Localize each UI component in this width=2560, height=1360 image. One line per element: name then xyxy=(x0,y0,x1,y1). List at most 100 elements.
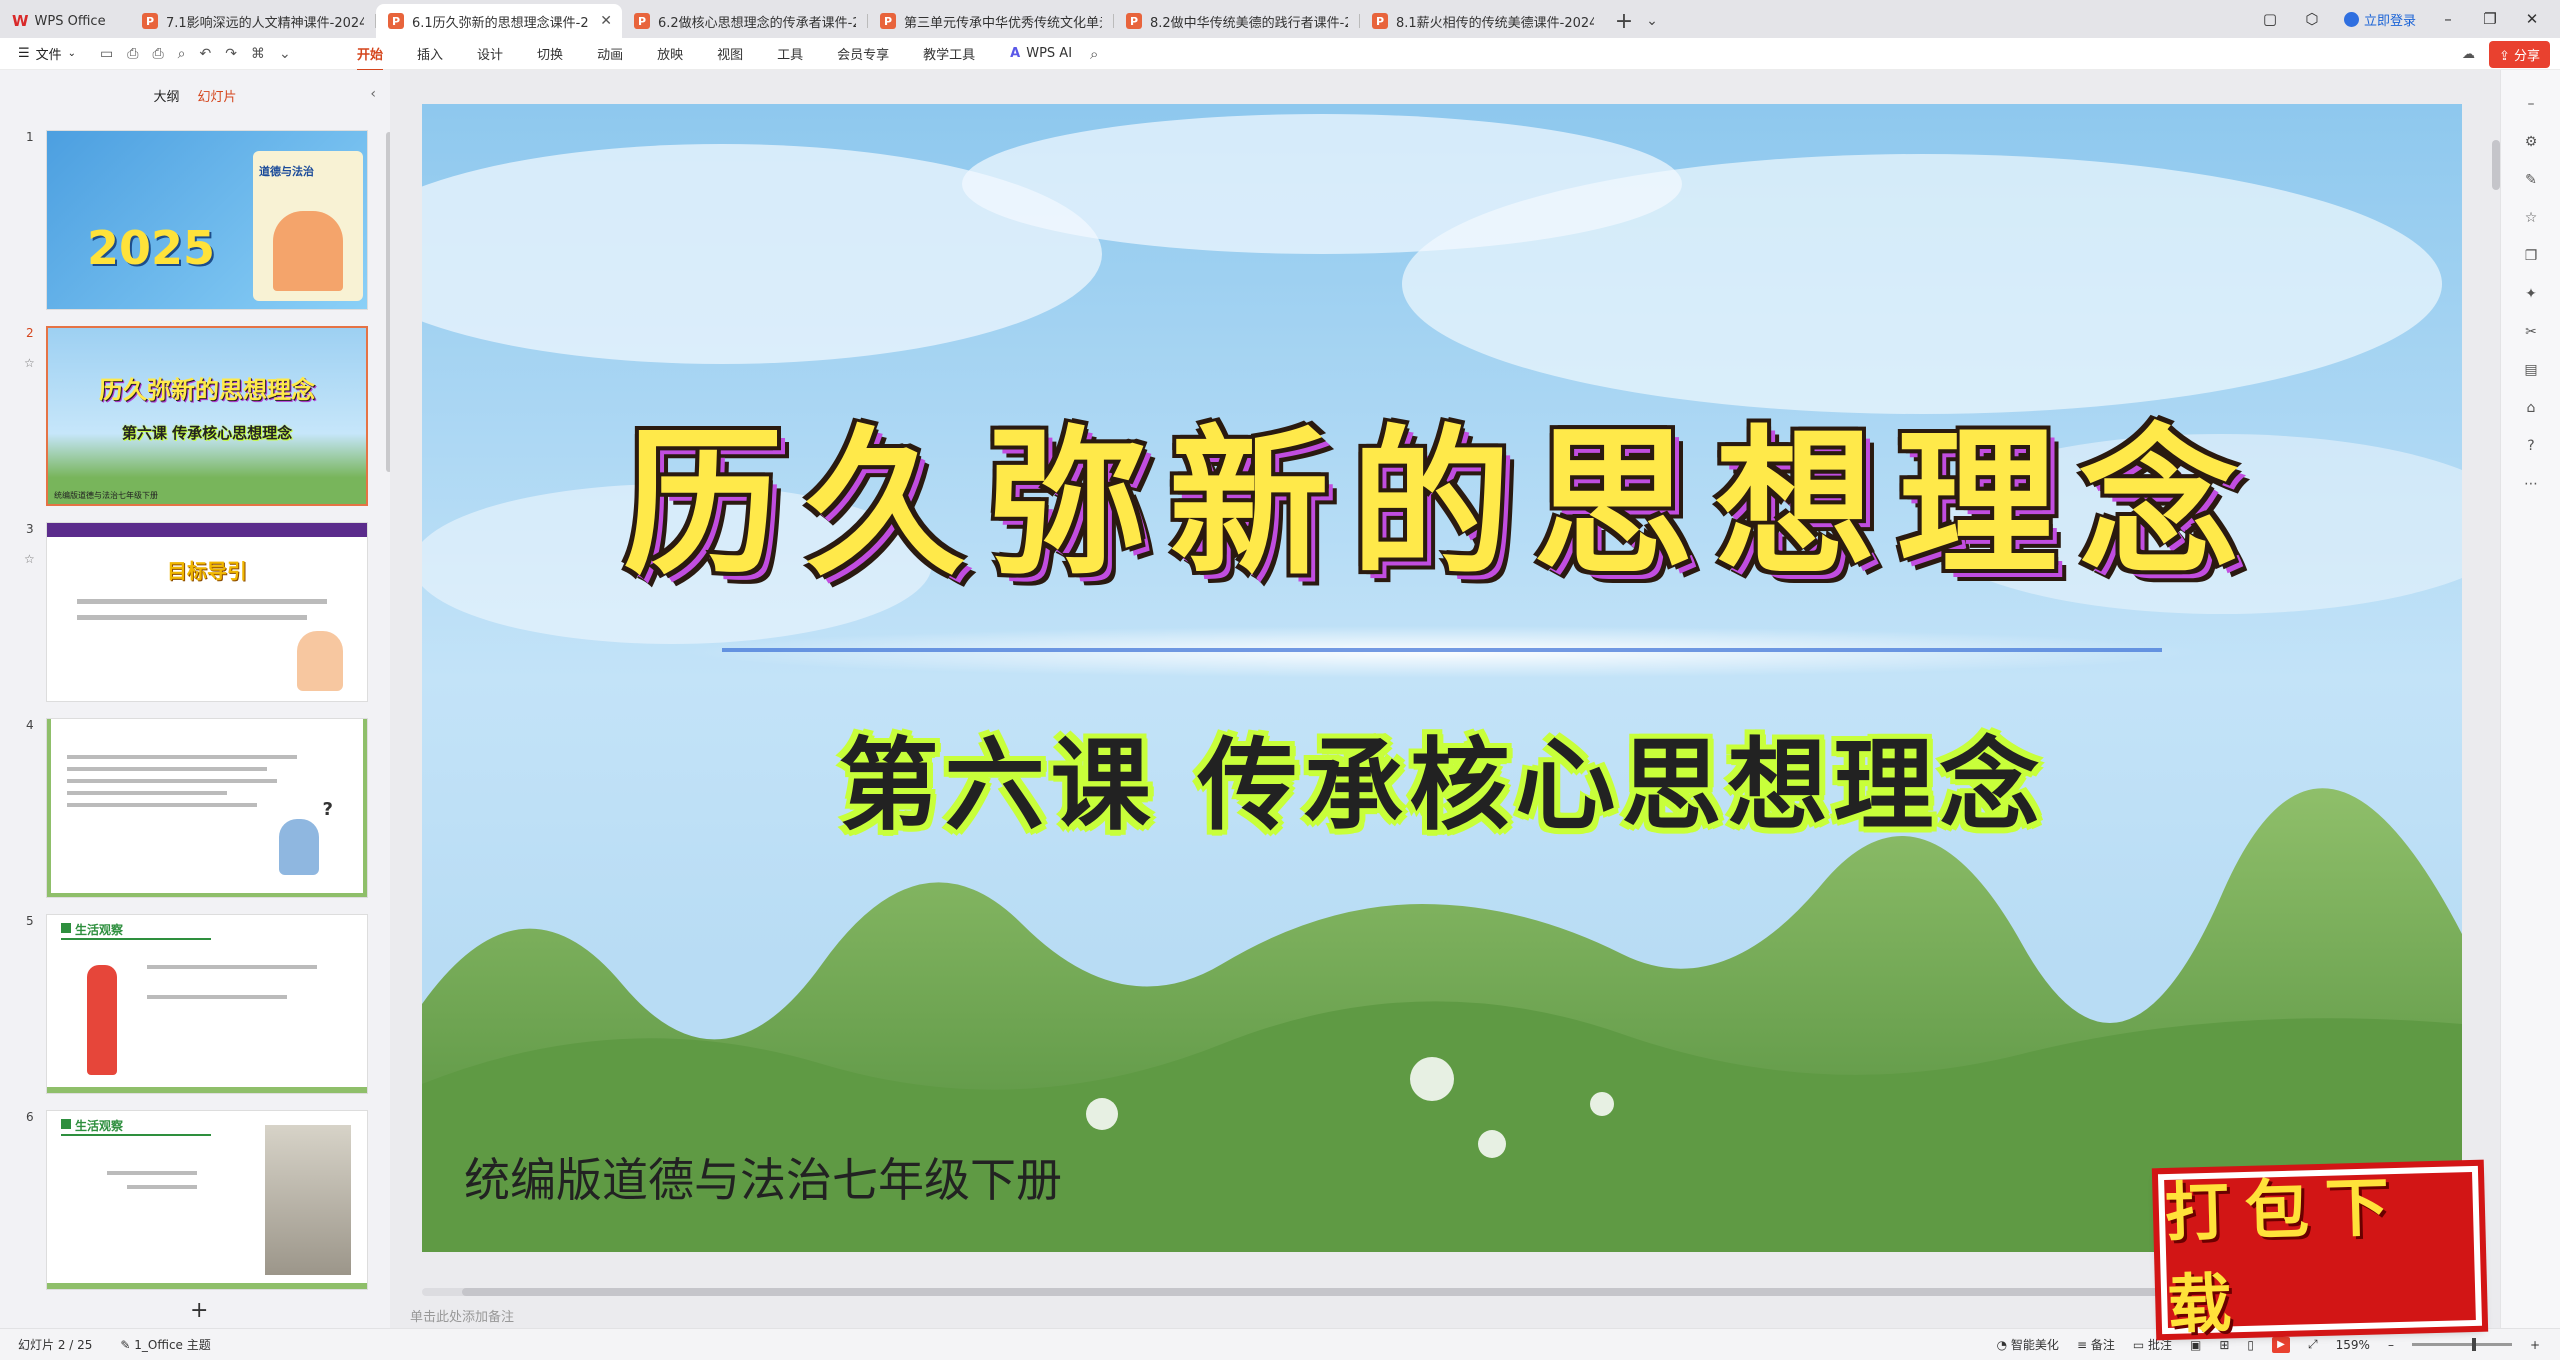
tab-home[interactable]: W WPS Office xyxy=(0,4,130,38)
ribbon-tab-teaching-tools[interactable]: 教学工具 xyxy=(906,44,992,63)
slide-number: 1 xyxy=(26,130,34,144)
tab-doc-5[interactable]: P 8.2做中华传统美德的践行者课件-202 xyxy=(1114,4,1360,38)
slide-thumbnail-4[interactable]: ? xyxy=(46,718,368,898)
tab-label: 第三单元传承中华优秀传统文化单元 xyxy=(904,15,1102,31)
tools-icon[interactable]: ✂ xyxy=(2523,324,2539,340)
tab-doc-1[interactable]: P 7.1影响深远的人文精神课件-2024-20 xyxy=(130,4,376,38)
slide-thumbnail-2-selected[interactable]: 历久弥新的思想理念 第六课 传承核心思想理念 统编版道德与法治七年级下册 xyxy=(46,326,368,506)
share-button[interactable]: ⇪ 分享 xyxy=(2488,41,2550,68)
layout-icon[interactable]: ▢ xyxy=(2260,10,2280,28)
preview-icon[interactable]: ⌕ xyxy=(178,46,186,62)
tab-list-dropdown-icon[interactable]: ⌄ xyxy=(1642,4,1662,38)
tab-slides[interactable]: 幻灯片 xyxy=(198,86,237,105)
ribbon-tab-member[interactable]: 会员专享 xyxy=(820,44,906,63)
cloud-sync-icon[interactable]: ☁ xyxy=(2462,47,2475,62)
cube-icon[interactable]: ⬡ xyxy=(2302,10,2322,28)
ribbon-tab-view[interactable]: 视图 xyxy=(700,44,760,63)
download-package-badge[interactable]: 打包下载 xyxy=(2157,1165,2483,1343)
redo-icon[interactable]: ↷ xyxy=(225,46,237,62)
thumb-header: 生活观察 xyxy=(61,921,211,940)
animation-icon[interactable]: ✦ xyxy=(2523,286,2539,302)
horizontal-scrollbar[interactable] xyxy=(422,1288,2462,1296)
comments-button[interactable]: ▭ 批注 xyxy=(2133,1336,2172,1353)
share-label: 分享 xyxy=(2513,49,2540,64)
close-window-button[interactable]: ✕ xyxy=(2522,10,2542,28)
theme-name[interactable]: ✎ 1_Office 主题 xyxy=(120,1336,210,1353)
search-icon[interactable]: ⌕ xyxy=(1090,45,1098,63)
tab-doc-2-active[interactable]: P 6.1历久弥新的思想理念课件-2 ✕ xyxy=(376,4,622,38)
beautify-icon: ◔ xyxy=(1996,1338,2011,1352)
save-icon[interactable]: ▭ xyxy=(100,46,113,62)
hamburger-icon: ☰ xyxy=(18,46,30,61)
text-line xyxy=(67,779,277,783)
zoom-slider[interactable] xyxy=(2411,1338,2512,1351)
chevron-down-icon[interactable]: ⌄ xyxy=(279,46,291,62)
tab-home-label: WPS Office xyxy=(34,13,106,29)
undo-icon[interactable]: ↶ xyxy=(199,46,211,62)
slide-thumbnail-6[interactable]: 生活观察 xyxy=(46,1110,368,1290)
ribbon-tab-transitions[interactable]: 切换 xyxy=(520,44,580,63)
new-tab-button[interactable]: + xyxy=(1606,4,1642,38)
slide-title[interactable]: 历久弥新的思想理念 xyxy=(422,374,2462,606)
titlebar-controls: ▢ ⬡ 立即登录 – ❐ ✕ xyxy=(2260,0,2560,38)
ppt-file-icon: P xyxy=(1372,13,1388,29)
zoom-in-icon[interactable]: + xyxy=(2530,1338,2540,1352)
add-slide-button[interactable]: + xyxy=(190,1298,208,1323)
ribbon-tab-design[interactable]: 设计 xyxy=(460,44,520,63)
slide-thumbnail-1[interactable]: 2025 道德与法治 xyxy=(46,130,368,310)
book-icon[interactable]: ▤ xyxy=(2523,362,2539,378)
slide-footer-text[interactable]: 统编版道德与法治七年级下册 xyxy=(464,1144,1062,1210)
smart-beautify-button[interactable]: ◔ 智能美化 xyxy=(1997,1336,2059,1353)
help-icon[interactable]: ? xyxy=(2523,438,2539,454)
slide-thumbnail-3[interactable]: 目标导引 xyxy=(46,522,368,702)
ribbon-tab-insert[interactable]: 插入 xyxy=(400,44,460,63)
theme-icon: ✎ xyxy=(120,1338,135,1352)
collapse-panel-icon[interactable]: ‹ xyxy=(370,86,376,102)
adjust-icon[interactable]: ⚙ xyxy=(2523,134,2539,150)
slide-number: 4 xyxy=(26,718,34,732)
text-line xyxy=(127,1185,197,1189)
star-icon[interactable]: ☆ xyxy=(24,552,35,566)
minimize-button[interactable]: – xyxy=(2438,10,2458,28)
notes-placeholder[interactable]: 单击此处添加备注 xyxy=(410,1306,514,1325)
edit-icon[interactable]: ✎ xyxy=(2523,172,2539,188)
format-painter-icon[interactable]: ⌘ xyxy=(251,46,265,62)
student-illustration xyxy=(297,631,343,691)
slide-background-sky-grass xyxy=(422,104,2462,1252)
confucius-painting xyxy=(265,1125,351,1275)
tab-outline[interactable]: 大纲 xyxy=(153,86,179,105)
thumb-foot: 统编版道德与法治七年级下册 xyxy=(54,491,158,500)
lock-icon[interactable]: ⌂ xyxy=(2523,400,2539,416)
ribbon-tab-slideshow[interactable]: 放映 xyxy=(640,44,700,63)
wps-ai-button[interactable]: A WPS AI xyxy=(992,46,1090,61)
close-tab-icon[interactable]: ✕ xyxy=(600,13,612,29)
copy-icon[interactable]: ❐ xyxy=(2523,248,2539,264)
ribbon-tab-home[interactable]: 开始 xyxy=(340,44,400,71)
avatar-icon xyxy=(2343,11,2359,27)
export-pdf-icon[interactable]: ⎙ xyxy=(127,46,138,62)
more-icon[interactable]: ⋯ xyxy=(2523,476,2539,492)
star-icon[interactable]: ☆ xyxy=(2523,210,2539,226)
slide-thumbnail-5[interactable]: 生活观察 xyxy=(46,914,368,1094)
ppt-file-icon: P xyxy=(142,13,158,29)
notes-button[interactable]: ≡ 备注 xyxy=(2077,1336,2115,1353)
slide-subtitle[interactable]: 第六课 传承核心思想理念 xyxy=(422,704,2462,849)
children-illustration xyxy=(273,211,343,291)
ribbon-right-tools: ☁ ⇪ 分享 xyxy=(2462,41,2550,68)
tab-doc-4[interactable]: P 第三单元传承中华优秀传统文化单元 xyxy=(868,4,1114,38)
comment-icon: ▭ xyxy=(2132,1338,2148,1352)
file-menu[interactable]: ☰ 文件 ⌄ xyxy=(0,44,90,63)
current-slide[interactable]: 历久弥新的思想理念 第六课 传承核心思想理念 统编版道德与法治七年级下册 xyxy=(422,104,2462,1252)
tab-doc-3[interactable]: P 6.2做核心思想理念的传承者课件-202 xyxy=(622,4,868,38)
tab-doc-6[interactable]: P 8.1薪火相传的传统美德课件-2024-20 xyxy=(1360,4,1606,38)
ribbon-tab-animations[interactable]: 动画 xyxy=(580,44,640,63)
login-button[interactable]: 立即登录 xyxy=(2343,10,2416,29)
wps-ai-label: WPS AI xyxy=(1026,46,1073,61)
collapse-icon[interactable]: – xyxy=(2523,96,2539,112)
vertical-scrollbar[interactable] xyxy=(2492,140,2500,190)
print-icon[interactable]: ⎙ xyxy=(152,46,163,62)
slide-thumbnail-panel: 大纲 幻灯片 ‹ 1 2025 道德与法治 2 ☆ 历久弥新的思想理念 第六课 … xyxy=(0,70,392,1328)
restore-button[interactable]: ❐ xyxy=(2480,10,2500,28)
star-icon[interactable]: ☆ xyxy=(24,356,35,370)
ribbon-tab-tools[interactable]: 工具 xyxy=(760,44,820,63)
